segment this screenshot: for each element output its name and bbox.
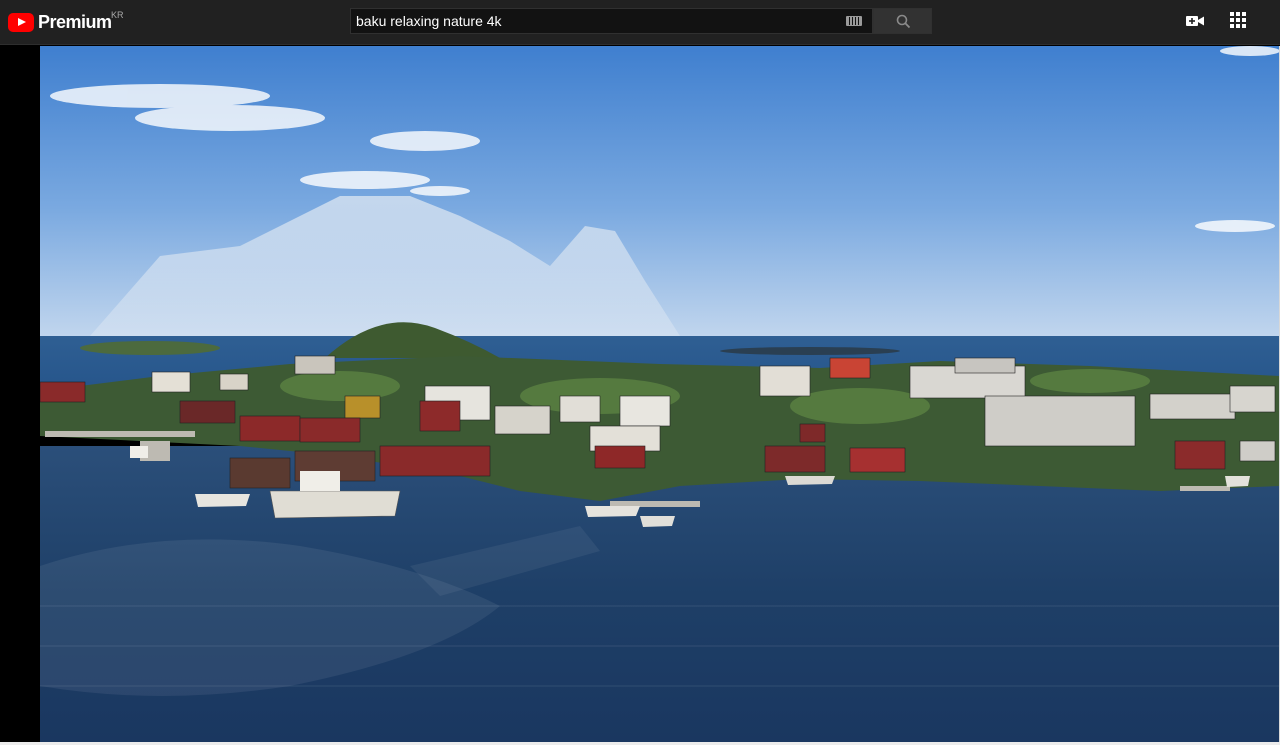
youtube-play-icon: [8, 12, 34, 32]
logo-text: Premium: [38, 11, 112, 32]
search-button[interactable]: [873, 8, 932, 34]
country-code: KR: [111, 10, 124, 20]
search-input[interactable]: baku relaxing nature 4k: [356, 13, 502, 29]
video-frame: [40, 46, 1279, 742]
video-player[interactable]: [40, 46, 1279, 742]
create-video-icon[interactable]: [1185, 11, 1205, 31]
search-icon: [896, 14, 911, 29]
apps-grid-icon[interactable]: [1229, 11, 1247, 29]
youtube-premium-logo[interactable]: Premium KR: [8, 10, 124, 34]
masthead: Premium KR baku relaxing nature 4k: [0, 0, 1280, 45]
search-box[interactable]: baku relaxing nature 4k: [350, 8, 873, 34]
keyboard-icon[interactable]: [846, 16, 862, 26]
